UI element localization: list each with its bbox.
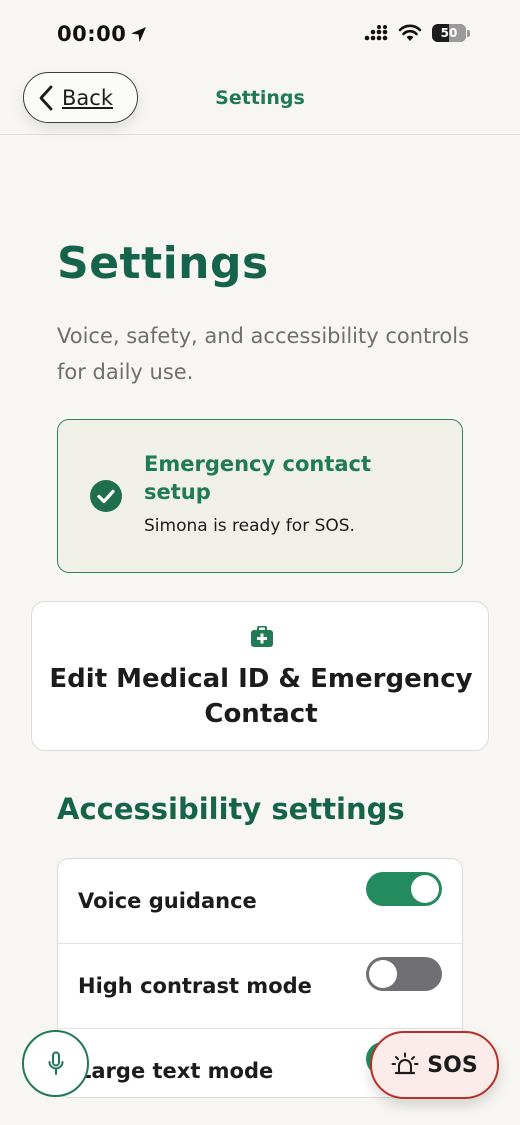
- voice-input-button[interactable]: [22, 1030, 89, 1097]
- siren-icon: [391, 1052, 419, 1075]
- battery-icon: 50: [432, 24, 470, 42]
- toggle-knob: [369, 960, 397, 988]
- accessibility-section-title: Accessibility settings: [57, 792, 405, 826]
- medical-kit-icon: [251, 626, 273, 647]
- voice-guidance-toggle[interactable]: [366, 872, 442, 906]
- wifi-icon: [398, 24, 422, 41]
- setting-row-voice-guidance[interactable]: Voice guidance: [58, 859, 462, 944]
- emergency-contact-description: Simona is ready for SOS.: [144, 516, 355, 536]
- status-bar: 00:00 50: [0, 0, 520, 70]
- back-button[interactable]: Back: [23, 72, 138, 123]
- battery-level: 50: [440, 26, 458, 40]
- check-circle-icon: [90, 480, 122, 512]
- emergency-contact-card: Emergency contact setup Simona is ready …: [57, 419, 463, 573]
- status-icons: 50: [364, 24, 470, 42]
- microphone-icon: [48, 1051, 63, 1075]
- status-time: 00:00: [57, 22, 147, 46]
- emergency-contact-title: Emergency contact setup: [144, 452, 372, 504]
- chevron-left-icon: [39, 85, 53, 110]
- setting-label: High contrast mode: [78, 974, 312, 998]
- status-time-text: 00:00: [57, 22, 127, 46]
- back-label: Back: [62, 85, 113, 110]
- nav-bar: Settings Back: [0, 70, 520, 135]
- sos-button[interactable]: SOS: [370, 1031, 499, 1099]
- setting-label: Voice guidance: [78, 889, 257, 913]
- location-arrow-icon: [131, 26, 147, 42]
- edit-medical-id-button[interactable]: Edit Medical ID & Emergency Contact: [31, 601, 489, 751]
- high-contrast-toggle[interactable]: [366, 957, 442, 991]
- cellular-signal-icon: [364, 25, 388, 41]
- toggle-knob: [411, 875, 439, 903]
- settings-screen: 00:00 50 Settings Back Settings Voice, s…: [0, 0, 520, 1125]
- setting-label: Large text mode: [78, 1059, 274, 1083]
- sos-label: SOS: [427, 1052, 478, 1078]
- edit-medical-id-label: Edit Medical ID & Emergency Contact: [49, 664, 473, 729]
- page-subtitle: Voice, safety, and accessibility control…: [57, 324, 470, 384]
- page-title: Settings: [57, 238, 269, 289]
- setting-row-high-contrast[interactable]: High contrast mode: [58, 944, 462, 1029]
